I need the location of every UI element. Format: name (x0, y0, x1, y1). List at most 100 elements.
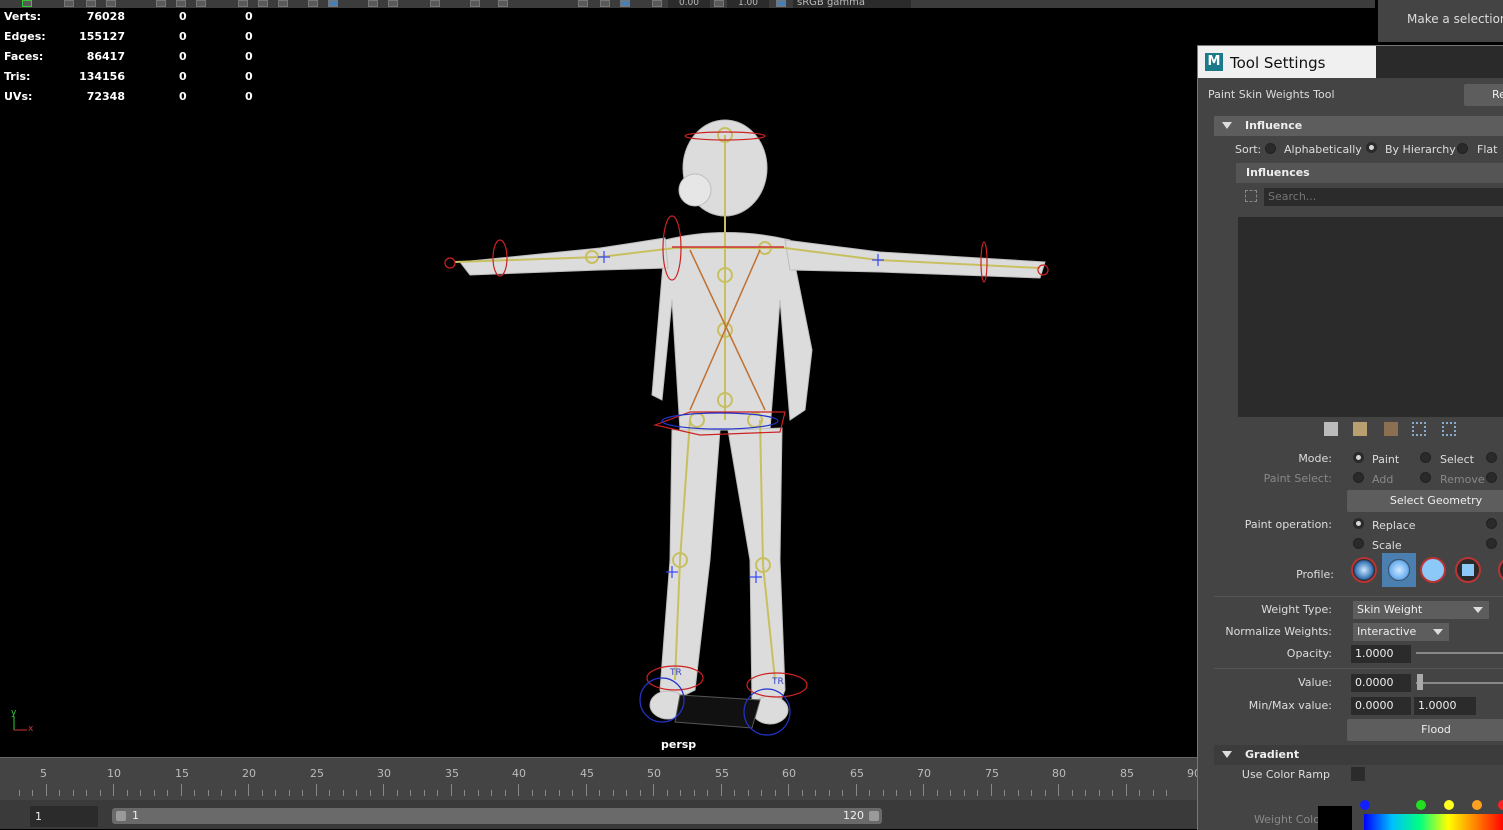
paint-select-toggle-radio[interactable] (1486, 472, 1497, 483)
max-value-field[interactable]: 1.0000 (1414, 697, 1476, 715)
wireframe-icon[interactable] (238, 0, 248, 7)
value-slider-handle[interactable] (1417, 674, 1423, 690)
weight-color-swatch[interactable] (1318, 806, 1352, 830)
timeline-tick (275, 790, 276, 796)
paint-select-remove-radio[interactable] (1420, 472, 1431, 483)
timeline-label: 30 (377, 767, 391, 780)
sort-flat-radio[interactable] (1457, 143, 1468, 154)
color-space-dropdown[interactable]: sRGB gamma (793, 0, 911, 8)
timeline-tick (599, 790, 600, 796)
filter-icon[interactable] (1245, 190, 1257, 202)
influence-list[interactable] (1238, 217, 1503, 417)
select-geometry-button[interactable]: Select Geometry (1347, 490, 1503, 512)
mode-paint-radio[interactable] (1353, 452, 1364, 463)
reset-tool-button[interactable]: Re (1464, 84, 1503, 106)
exposure-icon[interactable] (652, 0, 662, 7)
timeline-label: 65 (850, 767, 864, 780)
gamma-field[interactable]: 1.00 (727, 0, 769, 8)
timeline-tick (950, 790, 951, 796)
normalize-weights-dropdown[interactable]: Interactive (1353, 623, 1449, 641)
snap-icon[interactable] (64, 0, 74, 7)
paint-add-radio[interactable] (1486, 518, 1497, 529)
range-handle-end[interactable] (869, 811, 879, 821)
ramp-key-blue[interactable] (1360, 800, 1370, 810)
paint-icon[interactable] (106, 0, 116, 7)
range-start-field[interactable]: 1 (30, 806, 98, 827)
textured-icon[interactable] (278, 0, 288, 7)
value-field[interactable]: 0.0000 (1351, 674, 1411, 692)
ramp-key-orange[interactable] (1472, 800, 1482, 810)
influence-section-header[interactable]: Influence (1214, 116, 1503, 136)
color-management-icon[interactable] (776, 0, 786, 7)
lasso-icon[interactable] (86, 0, 96, 7)
profile-custom-icon[interactable] (1498, 557, 1503, 583)
xray-icon[interactable] (368, 0, 378, 7)
show-influences-icon[interactable] (1442, 422, 1456, 436)
sort-hierarchy-radio[interactable] (1366, 142, 1377, 153)
hud-label: Verts: (4, 10, 42, 23)
select-tool-icon[interactable] (22, 0, 32, 7)
timeline-tick (964, 790, 965, 796)
lights-icon[interactable] (308, 0, 318, 7)
use-color-ramp-checkbox[interactable] (1351, 767, 1365, 781)
playback-range-slider[interactable]: 1 120 (112, 808, 882, 824)
timeline-tick (788, 784, 789, 796)
exposure-field[interactable]: 0.00 (668, 0, 710, 8)
time-slider[interactable]: 5 10 15 20 25 30 35 40 45 50 55 60 65 70 75 80 85 90 (0, 757, 1201, 800)
influence-search-input[interactable] (1264, 188, 1503, 206)
profile-solid-icon[interactable] (1420, 557, 1446, 583)
tool-settings-titlebar[interactable]: M Tool Settings (1198, 46, 1503, 78)
opacity-slider[interactable] (1416, 652, 1503, 654)
weight-color-ramp[interactable] (1364, 814, 1503, 830)
paint-select-label: Paint Select: (1263, 472, 1332, 485)
profile-square-icon[interactable] (1455, 557, 1481, 583)
camera-label: persp (661, 738, 697, 751)
timeline-label: 50 (647, 767, 661, 780)
timeline-tick (262, 790, 263, 796)
timeline-tick (32, 790, 33, 796)
dof-icon[interactable] (620, 0, 630, 7)
resolution-gate-icon[interactable] (196, 0, 206, 7)
shadows-icon[interactable] (328, 0, 338, 7)
min-value-field[interactable]: 0.0000 (1351, 697, 1411, 715)
ramp-key-yellow[interactable] (1444, 800, 1454, 810)
move-weights-icon[interactable] (1412, 422, 1426, 436)
profile-gaussian-icon[interactable] (1351, 557, 1377, 583)
value-slider[interactable] (1416, 682, 1503, 684)
copy-weights-icon[interactable] (1324, 422, 1338, 436)
paste-weights-icon[interactable] (1353, 422, 1367, 436)
xray-joints-icon[interactable] (388, 0, 398, 7)
gamma-icon[interactable] (714, 0, 724, 7)
viewport-3d[interactable]: TR TR y x (0, 8, 1197, 756)
isolate-icon[interactable] (430, 0, 440, 7)
timeline-tick (694, 790, 695, 796)
ramp-key-red[interactable] (1498, 800, 1503, 810)
backface-icon[interactable] (470, 0, 480, 7)
ramp-key-green[interactable] (1416, 800, 1426, 810)
film-gate-icon[interactable] (176, 0, 186, 7)
hud-row-faces: Faces: 86417 0 0 (4, 50, 264, 70)
paint-scale-radio[interactable] (1353, 538, 1364, 549)
flood-button[interactable]: Flood (1347, 719, 1503, 741)
paint-select-add-radio[interactable] (1353, 472, 1364, 483)
timeline-label: 55 (715, 767, 729, 780)
grid-icon[interactable] (156, 0, 166, 7)
weight-type-dropdown[interactable]: Skin Weight (1353, 601, 1489, 619)
hud-row-uvs: UVs: 72348 0 0 (4, 90, 264, 110)
smooth-shade-icon[interactable] (258, 0, 268, 7)
mode-extra-radio[interactable] (1486, 452, 1497, 463)
weight-hammer-icon[interactable] (1384, 422, 1398, 436)
opacity-field[interactable]: 1.0000 (1351, 645, 1411, 663)
timeline-tick (302, 790, 303, 796)
profile-soft-icon[interactable] (1386, 557, 1412, 583)
motion-blur-icon[interactable] (578, 0, 588, 7)
range-handle-start[interactable] (116, 811, 126, 821)
aa-icon[interactable] (600, 0, 610, 7)
timeline-label: 80 (1052, 767, 1066, 780)
sort-alpha-radio[interactable] (1265, 143, 1276, 154)
paint-replace-radio[interactable] (1353, 518, 1364, 529)
paint-smooth-radio[interactable] (1486, 538, 1497, 549)
mode-select-radio[interactable] (1420, 452, 1431, 463)
ao-icon[interactable] (498, 0, 508, 7)
gradient-section-header[interactable]: Gradient (1214, 745, 1503, 765)
